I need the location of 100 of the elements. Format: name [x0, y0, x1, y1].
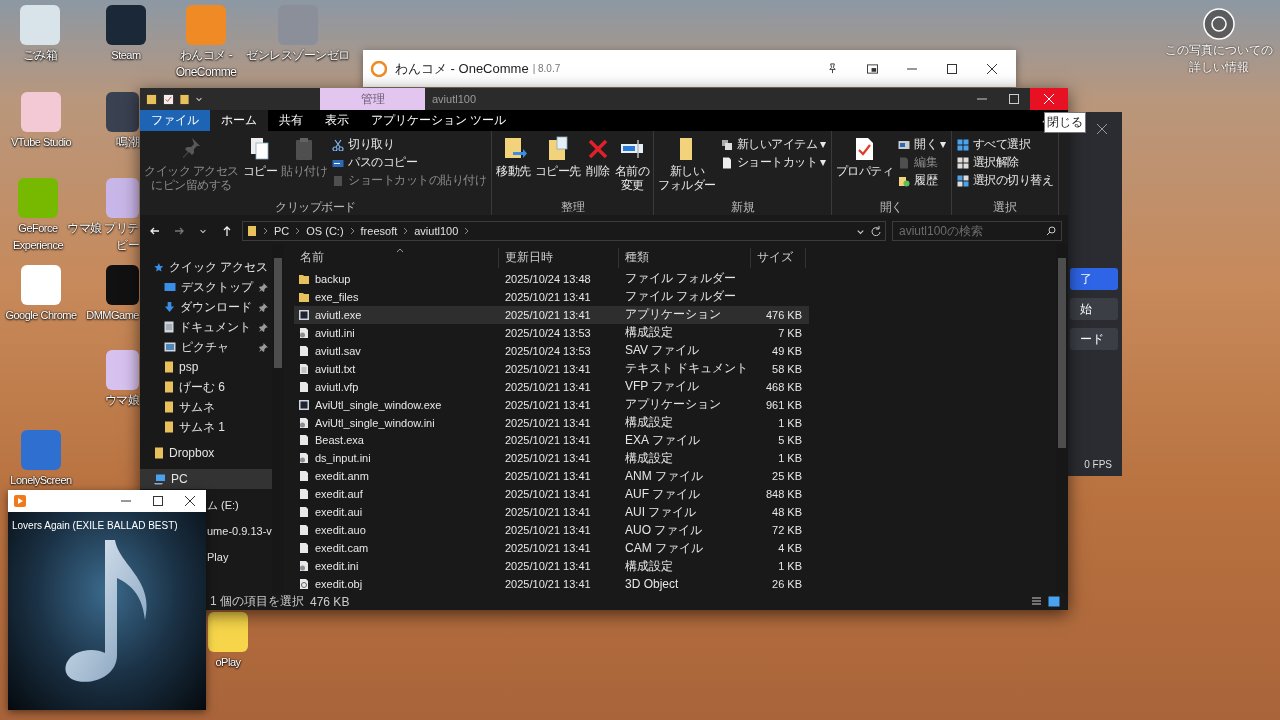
type-cell-text: 構成設定 — [624, 324, 674, 342]
nav-item[interactable]: ドキュメント — [140, 317, 272, 337]
icon-label: oPlay — [215, 655, 241, 669]
file-row[interactable]: aviutl.sav 2025/10/24 13:53 SAV ファイル 49 KB — [294, 341, 809, 360]
window-title: aviutl100 — [432, 93, 477, 105]
scrollbar[interactable] — [1056, 244, 1068, 593]
file-row[interactable]: Beast.exa 2025/10/21 13:41 EXA ファイル 5 KB — [294, 431, 809, 450]
date-cell-text: 2025/10/21 13:41 — [504, 362, 592, 375]
nav-item[interactable]: Dropbox — [140, 443, 272, 463]
file-row[interactable]: exedit.obj 2025/10/21 13:41 3D Object 26 KB — [294, 575, 809, 594]
window-icon — [898, 138, 911, 151]
ribbon-button[interactable]: 移動先 — [495, 134, 532, 199]
breadcrumb-item[interactable]: OS (C:) — [306, 225, 344, 237]
file-name: exedit.auf — [315, 488, 363, 501]
nav-item[interactable]: ダウンロード — [140, 297, 272, 317]
pin-icon — [259, 322, 268, 332]
ribbon-tab[interactable]: ファイル — [140, 110, 210, 131]
breadcrumb-item[interactable]: aviutl100 — [414, 225, 459, 237]
nav-item[interactable]: psp — [140, 357, 272, 377]
ribbon-button[interactable]: 開く ▾ — [896, 136, 948, 153]
type-cell-text: 構成設定 — [624, 449, 674, 467]
file-row[interactable]: aviutl.exe 2025/10/21 13:41 アプリケーション 476 KB — [294, 305, 809, 324]
nav-item[interactable]: Play — [207, 547, 233, 567]
file-row[interactable]: AviUtl_single_window.exe 2025/10/21 13:41 アプリケーション 961 KB — [294, 395, 809, 414]
file-row[interactable]: ds_input.ini 2025/10/21 13:41 構成設定 1 KB — [294, 449, 809, 468]
file-row[interactable]: exedit.anm 2025/10/21 13:41 ANM ファイル 25 KB — [294, 467, 809, 486]
ribbon-button[interactable]: コピー — [241, 134, 279, 199]
file-name: exedit.aui — [315, 506, 363, 519]
grid-squares-icon — [956, 174, 969, 187]
details-view-icon[interactable] — [1031, 596, 1042, 607]
file-row[interactable]: exedit.cam 2025/10/21 13:41 CAM ファイル 4 KB — [294, 539, 809, 558]
maximize-icon — [153, 496, 163, 506]
file-row[interactable]: exedit.ini 2025/10/21 13:41 構成設定 1 KB — [294, 557, 809, 576]
file-row[interactable]: aviutl.vfp 2025/10/21 13:41 VFP ファイル 468 KB — [294, 377, 809, 396]
file-row[interactable]: exe_files 2025/10/21 13:41 ファイル フォルダー — [294, 287, 809, 306]
column-header[interactable]: サイズ — [751, 247, 806, 268]
nav-item[interactable]: げーむ 6 — [140, 377, 272, 397]
file-row[interactable]: aviutl.txt 2025/10/21 13:41 テキスト ドキュメント 58 KB — [294, 359, 809, 378]
context-tab[interactable]: 管理 — [320, 88, 425, 110]
size-cell-text: 49 KB — [771, 344, 803, 357]
ribbon-button[interactable]: 名前の 変更 — [613, 134, 651, 199]
close-icon — [1044, 94, 1054, 104]
nav-item[interactable]: サムネ — [140, 397, 272, 417]
ribbon-button[interactable]: 切り取り — [330, 136, 489, 153]
file-name: exedit.anm — [315, 470, 369, 483]
folder-icon — [247, 225, 257, 237]
ribbon-button[interactable]: 履歴 — [896, 172, 948, 189]
ribbon-tab[interactable]: ホーム — [210, 110, 268, 131]
nav-item[interactable]: PC — [140, 469, 272, 489]
nav-item[interactable]: クイック アクセス — [140, 257, 272, 277]
icon-label: VTube Studio — [10, 135, 72, 149]
refresh-icon[interactable] — [871, 226, 881, 236]
column-header[interactable]: 名前 — [294, 247, 499, 268]
app-icon[interactable] — [208, 612, 248, 652]
icon-label: ごみ箱 — [22, 48, 58, 62]
breadcrumb-item[interactable]: freesoft — [360, 225, 398, 237]
checklist-icon[interactable] — [163, 93, 174, 105]
file-row[interactable]: exedit.auf 2025/10/21 13:41 AUF ファイル 848 KB — [294, 485, 809, 504]
chevron-down-icon — [199, 227, 207, 235]
folder-icon[interactable] — [180, 93, 189, 105]
ribbon-button[interactable]: コピー先 — [533, 134, 582, 199]
icon-label: DMMGame — [86, 308, 139, 322]
ribbon-button[interactable]: すべて選択 — [954, 136, 1056, 153]
size-cell-text: 25 KB — [771, 470, 803, 483]
large-icons-view-icon[interactable] — [1048, 596, 1060, 607]
column-header[interactable]: 更新日時 — [499, 247, 619, 268]
folder-icon[interactable] — [146, 93, 157, 105]
date-cell-text: 2025/10/21 13:41 — [504, 434, 592, 447]
file-row[interactable]: aviutl.ini 2025/10/24 13:53 構成設定 7 KB — [294, 323, 809, 342]
ribbon-button[interactable]: パスのコピー — [330, 154, 489, 171]
ribbon-button[interactable]: 選択解除 — [954, 154, 1056, 171]
column-header[interactable]: 種類 — [619, 247, 751, 268]
ribbon-button[interactable]: 新しい フォルダー — [657, 134, 717, 199]
nav-item[interactable]: ピクチャ — [140, 337, 272, 357]
panel-button[interactable]: ード — [1070, 328, 1118, 350]
camera-circle-icon[interactable] — [1203, 8, 1235, 40]
ribbon-button[interactable]: 選択の切り替え — [954, 172, 1056, 189]
app-icon[interactable] — [106, 265, 139, 305]
panel-button[interactable]: 了 — [1070, 268, 1118, 290]
type-cell-text: AUO ファイル — [624, 521, 704, 539]
folder-icon — [164, 381, 174, 393]
file-row[interactable]: exedit.auo 2025/10/21 13:41 AUO ファイル 72 KB — [294, 521, 809, 540]
nav-item[interactable]: デスクトップ — [140, 277, 272, 297]
file-name: ds_input.ini — [315, 452, 371, 465]
search-field[interactable]: aviutl100の検索 — [892, 221, 1062, 241]
file-row[interactable]: exedit.aui 2025/10/21 13:41 AUI ファイル 48 KB — [294, 503, 809, 522]
file-row[interactable]: AviUtl_single_window.ini 2025/10/21 13:41 構成設定 1 KB — [294, 413, 809, 432]
app-icon[interactable] — [106, 92, 139, 132]
ribbon-button[interactable]: プロパティ — [834, 134, 895, 199]
nav-item[interactable]: ume-0.9.13-v — [207, 521, 276, 541]
ribbon-button[interactable]: 新しいアイテム ▾ — [718, 136, 828, 153]
breadcrumb-item[interactable]: PC — [274, 225, 290, 237]
panel-button[interactable]: 始 — [1070, 298, 1118, 320]
size-cell-text: 5 KB — [777, 434, 803, 447]
nav-item[interactable]: ム (E:) — [207, 495, 243, 515]
file-row[interactable]: backup 2025/10/24 13:48 ファイル フォルダー — [294, 269, 809, 288]
nav-item[interactable]: サムネ 1 — [140, 417, 272, 437]
ribbon-button[interactable]: ショートカット ▾ — [718, 154, 828, 171]
address-bar[interactable]: PC OS (C:) freesoft aviutl100 — [242, 221, 886, 241]
ribbon-button[interactable]: 削除 — [583, 134, 612, 199]
